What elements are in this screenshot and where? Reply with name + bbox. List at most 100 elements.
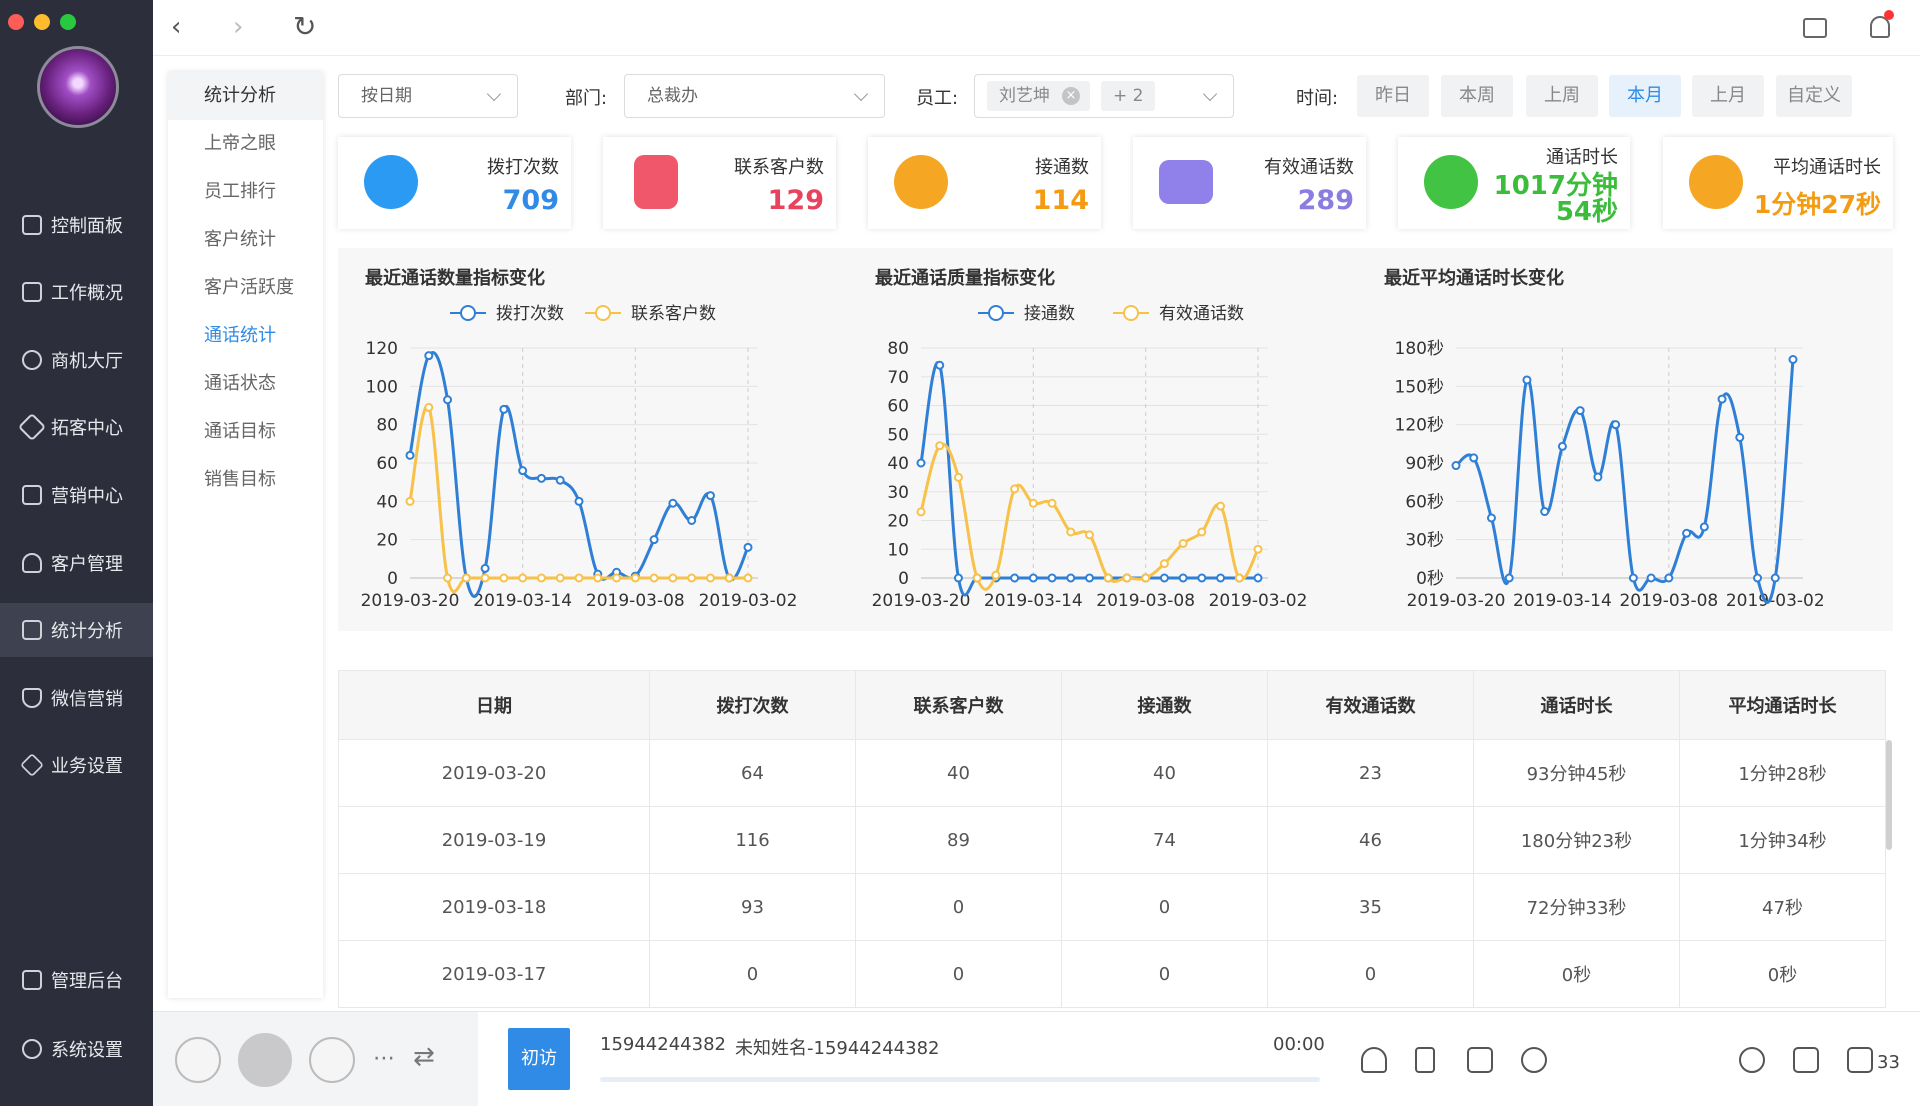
column-header-date[interactable]: 日期 xyxy=(338,671,650,739)
refresh-icon[interactable]: ↻ xyxy=(293,12,316,42)
submenu-item-call-stats[interactable]: 通话统计 xyxy=(168,312,323,360)
data-point xyxy=(1611,420,1621,430)
table-row[interactable]: 2019-03-20 64 40 40 23 93分钟45秒 1分钟28秒 xyxy=(338,740,1886,807)
x-tick-label: 2019-03-08 xyxy=(1619,591,1718,611)
video-icon[interactable] xyxy=(1803,18,1827,38)
submenu-item-god-eye[interactable]: 上帝之眼 xyxy=(168,120,323,168)
maximize-window-button[interactable] xyxy=(60,14,76,30)
table-cell: 0 xyxy=(650,941,856,1007)
robot-icon[interactable] xyxy=(1739,1047,1765,1073)
nav-item-work-overview[interactable]: 工作概况 xyxy=(0,265,153,319)
submenu-item-customer-stats[interactable]: 客户统计 xyxy=(168,216,323,264)
column-header-contacted[interactable]: 联系客户数 xyxy=(856,671,1062,739)
time-custom-button[interactable]: 自定义 xyxy=(1776,75,1852,117)
transfer-icon[interactable] xyxy=(1467,1047,1493,1073)
table-row[interactable]: 2019-03-18 93 0 0 35 72分钟33秒 47秒 xyxy=(338,874,1886,941)
nav-item-customers[interactable]: 客户管理 xyxy=(0,536,153,590)
submenu-item-customer-activity[interactable]: 客户活跃度 xyxy=(168,264,323,312)
data-point xyxy=(668,498,678,508)
table-cell: 2019-03-20 xyxy=(338,740,650,806)
table-cell: 93 xyxy=(650,874,856,940)
data-point xyxy=(612,573,622,583)
nav-item-opportunity-hall[interactable]: 商机大厅 xyxy=(0,333,153,387)
dialpad-icon[interactable]: ⋯ xyxy=(373,1046,395,1071)
contact-icon[interactable] xyxy=(1361,1047,1387,1073)
time-this-week-button[interactable]: 本周 xyxy=(1441,75,1513,117)
legend-marker xyxy=(1123,305,1139,321)
time-this-month-button[interactable]: 本月 xyxy=(1609,75,1681,117)
data-point xyxy=(1557,441,1567,451)
x-tick-label: 2019-03-02 xyxy=(1726,591,1825,611)
stat-value: 709 xyxy=(502,185,559,216)
time-last-week-button[interactable]: 上周 xyxy=(1526,75,1598,117)
stat-label: 拨打次数 xyxy=(487,157,559,178)
close-window-button[interactable] xyxy=(8,14,24,30)
nav-label: 营销中心 xyxy=(51,486,123,507)
column-header-connected[interactable]: 接通数 xyxy=(1062,671,1268,739)
switch-icon[interactable]: ⇄ xyxy=(413,1042,435,1072)
data-point xyxy=(536,573,546,583)
x-tick-label: 2019-03-20 xyxy=(872,591,971,611)
nav-item-statistics[interactable]: 统计分析 xyxy=(0,603,153,657)
lock-icon[interactable] xyxy=(1415,1047,1435,1073)
forward-icon[interactable]: › xyxy=(233,12,243,42)
legend-marker xyxy=(460,305,476,321)
data-point xyxy=(1699,522,1709,532)
time-yesterday-button[interactable]: 昨日 xyxy=(1357,75,1429,117)
user-avatar[interactable] xyxy=(37,46,119,128)
table-scrollbar[interactable] xyxy=(1886,740,1892,850)
staff-multiselect[interactable]: 刘艺坤 × + 2 xyxy=(974,74,1234,118)
tag-remove-icon[interactable]: × xyxy=(1062,87,1080,105)
nav-item-system-settings[interactable]: 系统设置 xyxy=(0,1022,153,1076)
table-cell: 93分钟45秒 xyxy=(1474,740,1680,806)
data-point xyxy=(705,573,715,583)
nav-item-dashboard[interactable]: 控制面板 xyxy=(0,198,153,252)
data-point xyxy=(1197,573,1207,583)
redial-icon[interactable] xyxy=(1521,1047,1547,1073)
submenu-header: 统计分析 xyxy=(168,72,323,120)
table-row[interactable]: 2019-03-17 0 0 0 0 0秒 0秒 xyxy=(338,941,1886,1008)
data-point xyxy=(953,472,963,482)
back-icon[interactable]: ‹ xyxy=(171,12,181,42)
nav-item-admin[interactable]: 管理后台 xyxy=(0,953,153,1007)
submenu-item-staff-ranking[interactable]: 员工排行 xyxy=(168,168,323,216)
data-point xyxy=(916,458,926,468)
nav-item-business-settings[interactable]: 业务设置 xyxy=(0,738,153,792)
next-call-button[interactable] xyxy=(309,1037,355,1083)
x-tick-label: 2019-03-14 xyxy=(1513,591,1612,611)
handshake-icon[interactable] xyxy=(1793,1047,1819,1073)
table-row[interactable]: 2019-03-19 116 89 74 46 180分钟23秒 1分钟34秒 xyxy=(338,807,1886,874)
data-point xyxy=(443,395,453,405)
table-cell: 0 xyxy=(1062,874,1268,940)
y-tick-label: 180秒 xyxy=(1395,339,1444,359)
submenu-item-sales-target[interactable]: 销售目标 xyxy=(168,456,323,504)
column-header-duration[interactable]: 通话时长 xyxy=(1474,671,1680,739)
submenu-item-call-status[interactable]: 通话状态 xyxy=(168,360,323,408)
data-point xyxy=(916,507,926,517)
nav-item-wechat[interactable]: 微信营销 xyxy=(0,671,153,725)
period-select-value: 按日期 xyxy=(361,86,412,106)
table-cell: 2019-03-18 xyxy=(338,874,650,940)
nav-item-marketing[interactable]: 营销中心 xyxy=(0,468,153,522)
data-point xyxy=(518,466,528,476)
phone-log-icon[interactable] xyxy=(1847,1047,1873,1073)
table-cell: 47秒 xyxy=(1680,874,1886,940)
series-line xyxy=(1455,359,1795,605)
data-point xyxy=(1770,573,1780,583)
y-tick-label: 120 xyxy=(366,339,398,359)
time-last-month-button[interactable]: 上月 xyxy=(1692,75,1764,117)
column-header-average[interactable]: 平均通话时长 xyxy=(1680,671,1886,739)
submenu-item-call-target[interactable]: 通话目标 xyxy=(168,408,323,456)
nav-label: 拓客中心 xyxy=(51,418,123,439)
column-header-effective[interactable]: 有效通话数 xyxy=(1268,671,1474,739)
nav-item-prospecting[interactable]: 拓客中心 xyxy=(0,400,153,454)
department-select[interactable]: 总裁办 xyxy=(624,74,885,118)
first-visit-button[interactable]: 初访 xyxy=(508,1028,570,1090)
previous-call-button[interactable] xyxy=(175,1037,221,1083)
phone-dial-button[interactable] xyxy=(238,1033,292,1087)
minimize-window-button[interactable] xyxy=(34,14,50,30)
nav-label: 控制面板 xyxy=(51,216,123,237)
period-select[interactable]: 按日期 xyxy=(338,74,518,118)
column-header-dials[interactable]: 拨打次数 xyxy=(650,671,856,739)
y-tick-label: 30 xyxy=(887,483,909,503)
